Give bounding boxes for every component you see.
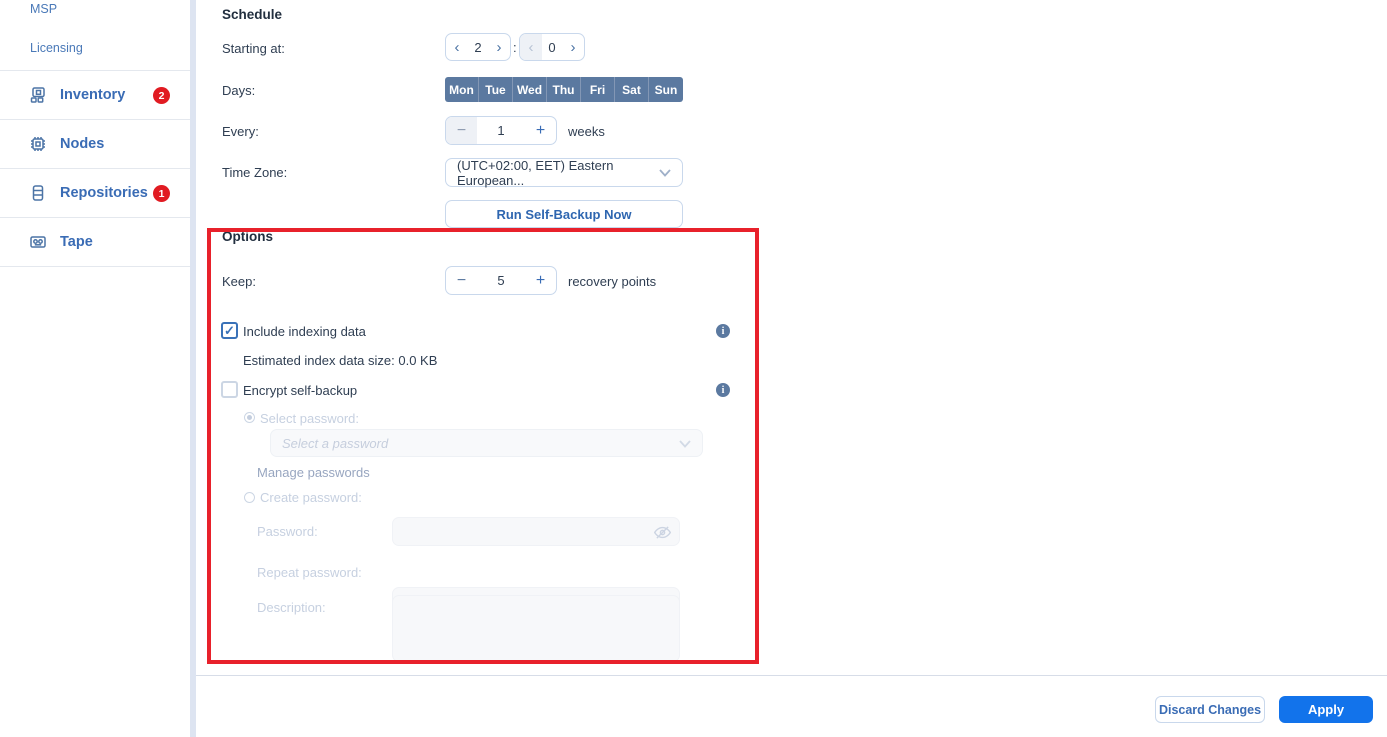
sidebar-item-inventory[interactable]: Inventory 2 — [0, 71, 190, 120]
nodes-icon — [28, 134, 48, 154]
sidebar-main-items: Inventory 2 Nodes Repositories 1 — [0, 70, 190, 267]
time-separator: : — [513, 40, 517, 55]
apply-button[interactable]: Apply — [1279, 696, 1373, 723]
manage-passwords-link: Manage passwords — [257, 465, 370, 480]
plus-icon[interactable]: + — [525, 117, 556, 144]
discard-changes-button[interactable]: Discard Changes — [1155, 696, 1265, 723]
repeat-password-label: Repeat password: — [257, 565, 362, 580]
select-password-label: Select password: — [260, 411, 359, 426]
chevron-right-icon[interactable]: › — [488, 34, 510, 60]
info-icon[interactable]: i — [716, 383, 730, 397]
plus-icon[interactable]: + — [525, 267, 556, 294]
sidebar-item-repositories[interactable]: Repositories 1 — [0, 169, 190, 218]
inventory-icon — [28, 85, 48, 105]
day-button-tue[interactable]: Tue — [479, 77, 513, 102]
sidebar-item-label: Repositories — [60, 185, 148, 201]
time-zone-select[interactable]: (UTC+02:00, EET) Eastern European... — [445, 158, 683, 187]
day-button-sun[interactable]: Sun — [649, 77, 683, 102]
minute-value: 0 — [542, 40, 562, 55]
day-button-wed[interactable]: Wed — [513, 77, 547, 102]
sidebar-item-label: Nodes — [60, 136, 104, 152]
sidebar-item-nodes[interactable]: Nodes — [0, 120, 190, 169]
chevron-down-icon — [679, 436, 691, 451]
info-icon[interactable]: i — [716, 324, 730, 338]
sidebar: MSP Licensing Inventory 2 Nodes Repo — [0, 0, 190, 737]
minute-stepper[interactable]: ‹ 0 › — [519, 33, 585, 61]
create-password-label: Create password: — [260, 490, 362, 505]
sidebar-item-label: Tape — [60, 234, 93, 250]
keep-stepper: − 5 + — [445, 266, 557, 295]
footer-divider — [196, 675, 1387, 676]
day-button-fri[interactable]: Fri — [581, 77, 615, 102]
settings-panel: Schedule Starting at: ‹ 2 › : ‹ 0 › Days… — [196, 0, 1387, 737]
app-window: MSP Licensing Inventory 2 Nodes Repo — [0, 0, 1387, 737]
day-picker: Mon Tue Wed Thu Fri Sat Sun — [445, 77, 683, 102]
sidebar-item-licensing[interactable]: Licensing — [30, 41, 83, 55]
day-button-thu[interactable]: Thu — [547, 77, 581, 102]
keep-unit: recovery points — [568, 274, 656, 289]
password-select: Select a password — [270, 429, 703, 457]
options-heading: Options — [222, 229, 273, 244]
minus-icon: − — [446, 117, 477, 144]
run-self-backup-button[interactable]: Run Self-Backup Now — [445, 200, 683, 228]
hour-value: 2 — [468, 40, 488, 55]
keep-value: 5 — [477, 273, 525, 288]
inventory-badge: 2 — [153, 87, 170, 104]
every-unit: weeks — [568, 124, 605, 139]
every-stepper: − 1 + — [445, 116, 557, 145]
password-field — [392, 517, 680, 546]
include-indexing-label: Include indexing data — [243, 324, 366, 339]
include-indexing-checkbox[interactable]: ✓ — [221, 322, 238, 339]
eye-slash-icon — [654, 524, 671, 546]
repositories-badge: 1 — [153, 185, 170, 202]
repositories-icon — [28, 183, 48, 203]
keep-label: Keep: — [222, 274, 256, 289]
day-button-mon[interactable]: Mon — [445, 77, 479, 102]
days-label: Days: — [222, 83, 255, 98]
day-button-sat[interactable]: Sat — [615, 77, 649, 102]
select-password-radio — [244, 412, 255, 423]
check-icon: ✓ — [224, 323, 235, 339]
chevron-right-icon[interactable]: › — [562, 34, 584, 60]
sidebar-item-label: Inventory — [60, 87, 125, 103]
sidebar-item-msp[interactable]: MSP — [30, 2, 57, 16]
sidebar-item-tape[interactable]: Tape — [0, 218, 190, 267]
chevron-left-icon: ‹ — [520, 34, 542, 60]
chevron-left-icon[interactable]: ‹ — [446, 34, 468, 60]
schedule-heading: Schedule — [222, 7, 282, 22]
every-label: Every: — [222, 124, 259, 139]
tape-icon — [28, 232, 48, 252]
encrypt-label: Encrypt self-backup — [243, 383, 357, 398]
chevron-down-icon — [659, 165, 671, 180]
time-zone-value: (UTC+02:00, EET) Eastern European... — [457, 158, 659, 188]
password-select-placeholder: Select a password — [282, 436, 388, 451]
starting-at-label: Starting at: — [222, 41, 285, 56]
minus-icon[interactable]: − — [446, 267, 477, 294]
create-password-radio — [244, 492, 255, 503]
password-label: Password: — [257, 524, 318, 539]
description-field — [392, 595, 680, 662]
time-zone-label: Time Zone: — [222, 165, 287, 180]
description-label: Description: — [257, 600, 326, 615]
estimated-size-text: Estimated index data size: 0.0 KB — [243, 353, 437, 368]
encrypt-checkbox[interactable] — [221, 381, 238, 398]
every-value: 1 — [477, 123, 525, 138]
hour-stepper[interactable]: ‹ 2 › — [445, 33, 511, 61]
